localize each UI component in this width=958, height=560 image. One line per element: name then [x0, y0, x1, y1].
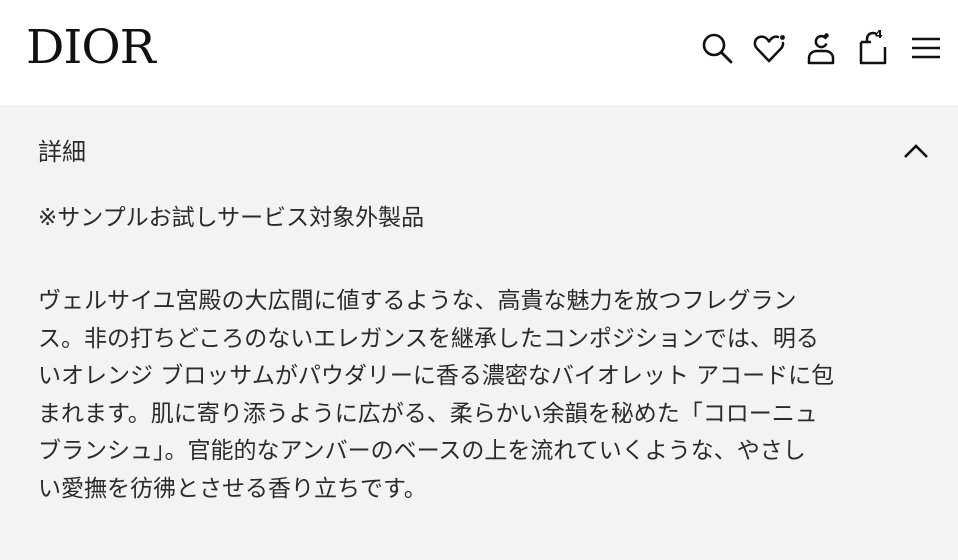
- description-line: いオレンジ ブロッサムがパウダリーに香る濃密なバイオレット アコードに包: [38, 363, 835, 389]
- sample-exclusion-note: ※サンプルお試しサービス対象外製品: [38, 205, 425, 231]
- shopping-bag-icon[interactable]: 4: [853, 28, 893, 68]
- site-header: DIOR 4: [0, 0, 958, 105]
- bag-count-badge: 4: [875, 28, 883, 41]
- description-line: まれます。肌に寄り添うように広がる、柔らかい余韻を秘めた「コローニュ: [38, 400, 818, 427]
- heart-icon[interactable]: [749, 28, 789, 68]
- header-icon-bar: 4: [0, 28, 958, 68]
- user-icon[interactable]: [801, 28, 841, 68]
- details-title: 詳細: [38, 138, 86, 166]
- details-accordion-toggle[interactable]: 詳細: [0, 105, 958, 197]
- details-panel: 詳細 ※サンプルお試しサービス対象外製品 ヴェルサイユ宮殿の大広間に値するような…: [0, 105, 958, 560]
- description-line: ブランシュ」。官能的なアンバーのベースの上を流れていくような、やさし: [38, 438, 806, 464]
- description-line: ヴェルサイユ宮殿の大広間に値するような、高貴な魅力を放つフレグラン: [38, 288, 797, 314]
- description-line: い愛撫を彷彿とさせる香り立ちです。: [38, 475, 427, 502]
- product-description: ヴェルサイユ宮殿の大広間に値するような、高貴な魅力を放つフレグラン ス。非の打ち…: [38, 283, 933, 508]
- description-line: ス。非の打ちどころのないエレガンスを継承したコンポジションでは、明る: [38, 325, 819, 352]
- search-icon[interactable]: [697, 28, 737, 68]
- hamburger-menu-icon[interactable]: [905, 28, 945, 68]
- chevron-up-icon[interactable]: [900, 135, 932, 167]
